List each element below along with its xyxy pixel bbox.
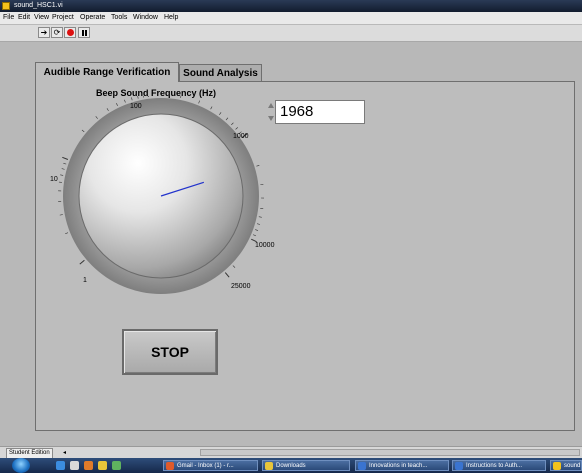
- knob-tick: [210, 106, 213, 110]
- menu-operate[interactable]: Operate: [80, 12, 105, 24]
- knob-tick: [124, 99, 126, 103]
- knob-tick-label-100: 100: [130, 103, 142, 110]
- knob-tick: [63, 162, 67, 165]
- run-arrow-icon[interactable]: ➔: [38, 27, 50, 38]
- menu-window[interactable]: Window: [133, 12, 158, 24]
- menu-view[interactable]: View: [34, 12, 49, 24]
- horizontal-scrollbar[interactable]: [200, 449, 580, 456]
- knob-tick: [255, 229, 259, 231]
- taskbar-item-innovations[interactable]: Innovations in teach...: [355, 460, 449, 471]
- knob-tick: [137, 96, 139, 99]
- knob-tick: [147, 96, 149, 97]
- menu-tools[interactable]: Tools: [111, 12, 127, 24]
- windows-taskbar: Gmail - Inbox (1) - r... Downloads Innov…: [0, 458, 582, 473]
- window-title: sound_HSC1.vi: [14, 2, 63, 9]
- taskbar-item-label: Innovations in teach...: [369, 463, 428, 469]
- knob-tick: [61, 168, 65, 170]
- taskbar-item-label: Downloads: [276, 463, 306, 469]
- knob-tick-label-10: 10: [50, 176, 58, 183]
- knob-tick: [256, 165, 260, 167]
- taskbar-item-label: Gmail - Inbox (1) - r...: [177, 463, 234, 469]
- taskbar-item-sound[interactable]: sound: [550, 460, 582, 471]
- knob-tick: [81, 129, 85, 133]
- run-continuously-icon[interactable]: ⟳: [51, 27, 63, 38]
- menu-project[interactable]: Project: [52, 12, 74, 24]
- knob-tick: [59, 214, 63, 216]
- knob-tick: [225, 117, 229, 121]
- knob-tick: [79, 259, 85, 265]
- knob-tick: [60, 174, 64, 176]
- knob-tick: [231, 122, 234, 126]
- knob-tick: [95, 116, 98, 119]
- knob-tick-label-25000: 25000: [231, 283, 251, 290]
- knob-tick: [224, 272, 230, 278]
- knob-tick: [131, 97, 133, 101]
- taskbar-item-downloads[interactable]: Downloads: [262, 460, 350, 471]
- knob-tick-label-10000: 10000: [255, 242, 275, 249]
- toolbar: ➔ ⟳: [0, 25, 582, 42]
- knob-tick: [258, 216, 262, 218]
- frequency-knob[interactable]: 100 1000 10 10000 1 25000: [45, 96, 275, 316]
- document-icon: [358, 462, 366, 470]
- folder-icon: [265, 462, 273, 470]
- knob-tick: [116, 103, 118, 107]
- knob-tick: [106, 108, 109, 112]
- taskbar-item-label: Instructions to Auth...: [466, 463, 523, 469]
- knob-tick-label-1000: 1000: [233, 133, 249, 140]
- labview-app-icon: [2, 2, 10, 10]
- quicklaunch-app-icon[interactable]: [112, 461, 121, 470]
- tab-sound-analysis[interactable]: Sound Analysis: [179, 64, 262, 82]
- knob-tick: [219, 112, 222, 115]
- stop-button[interactable]: STOP: [122, 329, 218, 375]
- tab-audible-range-verification[interactable]: Audible Range Verification: [35, 62, 179, 82]
- taskbar-item-gmail[interactable]: Gmail - Inbox (1) - r...: [163, 460, 258, 471]
- taskbar-item-label: sound: [564, 463, 581, 469]
- menu-help[interactable]: Help: [164, 12, 178, 24]
- document-icon: [455, 462, 463, 470]
- quicklaunch-folder-icon[interactable]: [98, 461, 107, 470]
- knob-tick: [143, 96, 144, 98]
- knob-tick: [65, 232, 69, 235]
- knob-tick: [235, 127, 239, 130]
- quicklaunch-ie-icon[interactable]: [56, 461, 65, 470]
- pause-icon[interactable]: [78, 27, 90, 38]
- labview-app-icon: [553, 462, 561, 470]
- title-bar: sound_HSC1.vi: [0, 0, 582, 12]
- numeric-increment-decrement[interactable]: [268, 102, 274, 122]
- knob-tick: [180, 96, 182, 98]
- menu-file[interactable]: File: [3, 12, 14, 24]
- knob-tick: [253, 234, 257, 237]
- quicklaunch-desktop-icon[interactable]: [70, 461, 79, 470]
- knob-tick: [257, 223, 261, 225]
- menu-bar: File Edit View Project Operate Tools Win…: [0, 12, 582, 25]
- abort-icon[interactable]: [64, 27, 76, 38]
- knob-tick: [62, 156, 69, 160]
- knob-tick: [198, 100, 200, 104]
- frequency-numeric-input[interactable]: 1968: [275, 100, 365, 124]
- gmail-icon: [166, 462, 174, 470]
- quicklaunch-media-icon[interactable]: [84, 461, 93, 470]
- start-button-icon[interactable]: [12, 458, 30, 473]
- knob-tick: [232, 265, 236, 268]
- knob-tick-label-1: 1: [83, 277, 87, 284]
- taskbar-item-instructions[interactable]: Instructions to Auth...: [452, 460, 546, 471]
- menu-edit[interactable]: Edit: [18, 12, 30, 24]
